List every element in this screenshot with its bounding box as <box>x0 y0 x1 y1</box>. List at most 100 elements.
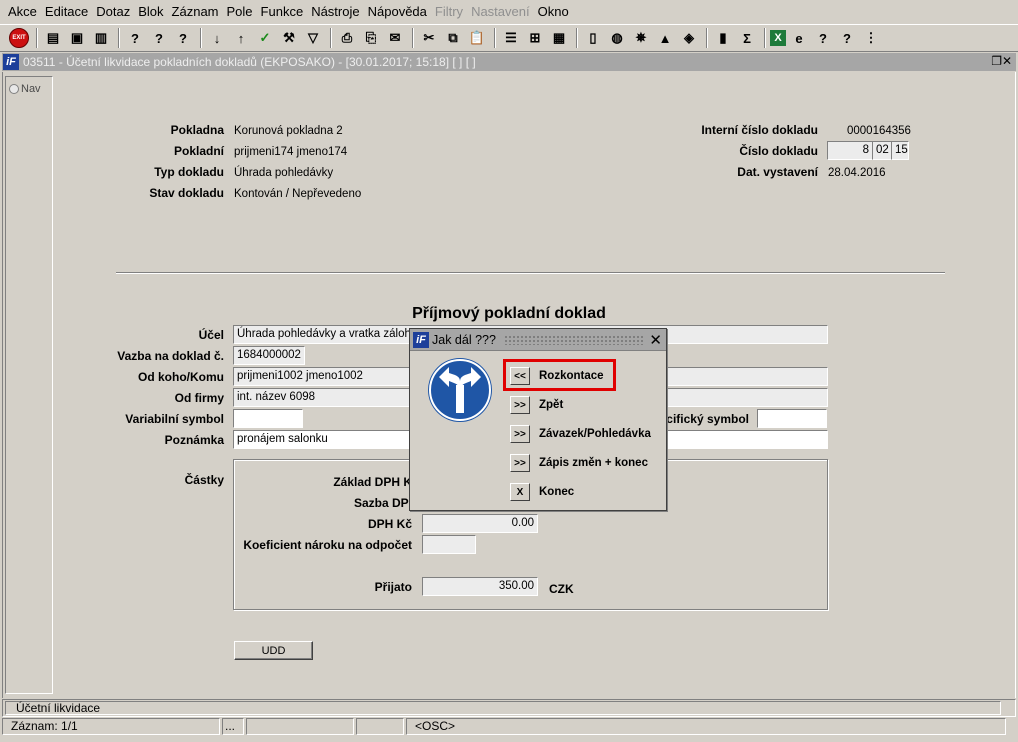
toolbar-separator <box>118 28 120 48</box>
prijato-label: Přijato <box>374 580 412 594</box>
mountain-icon[interactable]: ▲ <box>654 27 676 49</box>
query-icon[interactable]: ? <box>124 27 146 49</box>
toolbar-separator <box>764 28 766 48</box>
query-cancel-icon[interactable]: ? <box>172 27 194 49</box>
menu-nastavení[interactable]: Nastavení <box>467 0 534 24</box>
more-icon[interactable]: ⋮ <box>860 27 882 49</box>
vazba-field[interactable]: 1684000002 <box>233 346 305 365</box>
menu-funkce[interactable]: Funkce <box>257 0 308 24</box>
tree-icon[interactable]: ⊞ <box>524 27 546 49</box>
ie-icon[interactable]: e <box>788 27 810 49</box>
toolbar-separator <box>494 28 496 48</box>
print-icon[interactable]: ⎙ <box>336 27 358 49</box>
status-bar: Záznam: 1/1 ... <OSC> <box>2 718 1016 736</box>
variabilni-symbol-label: Variabilní symbol <box>125 412 224 426</box>
filter-icon[interactable]: ▽ <box>302 27 324 49</box>
status-cell-empty1 <box>246 718 354 735</box>
status-cell-empty2 <box>356 718 404 735</box>
record-delete-icon[interactable]: ▥ <box>90 27 112 49</box>
mobile-icon[interactable]: ▮ <box>712 27 734 49</box>
pokladni-label: Pokladní <box>173 144 224 158</box>
dialog-option-konec[interactable]: X Konec <box>510 483 574 501</box>
cislo-dokladu-part2[interactable]: 02 <box>872 141 892 160</box>
calculator-icon[interactable]: ▦ <box>548 27 570 49</box>
record-save-icon[interactable]: ▣ <box>66 27 88 49</box>
nav-label: Nav <box>21 83 41 95</box>
koeficient-label: Koeficient nároku na odpočet <box>243 538 412 552</box>
sort-asc-icon[interactable]: ↓ <box>206 27 228 49</box>
menu-nástroje[interactable]: Nástroje <box>307 0 363 24</box>
dialog-option-z-vazek-pohled-vka[interactable]: >> Závazek/Pohledávka <box>510 425 651 443</box>
globe-icon[interactable]: ◍ <box>606 27 628 49</box>
status-message: Účetní likvidace <box>5 701 1001 715</box>
check-icon[interactable]: ✓ <box>254 27 276 49</box>
dialog-option-zp-t[interactable]: >> Zpět <box>510 396 563 414</box>
dialog-option-button[interactable]: X <box>510 483 530 501</box>
toolbar-separator <box>36 28 38 48</box>
document-icon[interactable]: ▯ <box>582 27 604 49</box>
toolbar-separator <box>412 28 414 48</box>
wheel-icon[interactable]: ✵ <box>630 27 652 49</box>
cislo-dokladu-part3[interactable]: 15 <box>891 141 909 160</box>
restore-window-icon[interactable]: ❐✕ <box>991 54 1012 68</box>
specificky-symbol-field[interactable] <box>757 409 827 428</box>
copy-icon[interactable]: ⧉ <box>442 27 464 49</box>
excel-icon[interactable]: X <box>770 30 786 46</box>
print-preview-icon[interactable]: ⎘ <box>360 27 382 49</box>
koeficient-field[interactable] <box>422 535 476 554</box>
cut-icon[interactable]: ✂ <box>418 27 440 49</box>
poznamka-label: Poznámka <box>164 433 224 447</box>
dph-kc-field[interactable]: 0.00 <box>422 514 538 533</box>
nav-toggle[interactable]: Nav <box>9 83 52 95</box>
toolbar-separator <box>330 28 332 48</box>
tools-icon[interactable]: ⚒ <box>278 27 300 49</box>
udd-button[interactable]: UDD <box>234 641 313 660</box>
dialog-option-button[interactable]: >> <box>510 454 530 472</box>
cislo-dokladu-label: Číslo dokladu <box>739 144 818 158</box>
close-icon[interactable]: ✕ <box>649 331 662 349</box>
menu-pole[interactable]: Pole <box>223 0 257 24</box>
typ-dokladu-label: Typ dokladu <box>154 165 224 179</box>
sum-icon[interactable]: Σ <box>736 27 758 49</box>
mail-icon[interactable]: ✉ <box>384 27 406 49</box>
dialog-option-label: Zápis změn + konec <box>539 457 648 469</box>
dialog-option-z-pis-zm-n-konec[interactable]: >> Zápis změn + konec <box>510 454 648 472</box>
query-run-icon[interactable]: ? <box>148 27 170 49</box>
paste-icon[interactable]: 📋 <box>466 27 488 49</box>
exit-button[interactable]: EXIT <box>8 27 30 49</box>
cislo-dokladu-part1[interactable]: 8 <box>827 141 873 160</box>
toolbar: EXIT ▤ ▣ ▥??? ↓ ↑ ✓ ⚒ ▽ ⎙ ⎘ ✉ ✂ ⧉ 📋 ☰ ⊞ ▦ ▯ ◍ ✵ ▲ ◈ ▮ Σ Xe?? ⋮ <box>0 24 1018 52</box>
prijato-field[interactable]: 350.00 <box>422 577 538 596</box>
direction-arrows-icon <box>429 359 491 421</box>
status-mode: <OSC> <box>406 718 1006 735</box>
record-add-icon[interactable]: ▤ <box>42 27 64 49</box>
variabilni-symbol-field[interactable] <box>233 409 303 428</box>
pokladna-label: Pokladna <box>170 123 224 137</box>
dialog-option-label: Závazek/Pohledávka <box>539 428 651 440</box>
menu-akce[interactable]: Akce <box>4 0 41 24</box>
dialog-drag-grip[interactable] <box>504 335 644 345</box>
od-firmy-label: Od firmy <box>174 391 224 405</box>
dialog-title: Jak dál ??? <box>432 332 496 347</box>
list-icon[interactable]: ☰ <box>500 27 522 49</box>
typ-dokladu-value: Úhrada pohledávky <box>234 167 334 179</box>
help-icon[interactable]: ? <box>812 27 834 49</box>
menu-bar: Akce Editace Dotaz Blok Záznam Pole Funkce Nást… <box>0 0 1018 24</box>
chart-icon[interactable]: ◈ <box>678 27 700 49</box>
menu-filtry[interactable]: Filtry <box>431 0 467 24</box>
menu-editace[interactable]: Editace <box>41 0 92 24</box>
menu-okno[interactable]: Okno <box>534 0 573 24</box>
interni-cislo-label: Interní číslo dokladu <box>701 123 818 137</box>
jak-dal-dialog: iF Jak dál ??? ✕ << Rozkontace >> Zpět >> Záv… <box>409 328 667 511</box>
menu-záznam[interactable]: Záznam <box>168 0 223 24</box>
context-help-icon[interactable]: ? <box>836 27 858 49</box>
menu-nápověda[interactable]: Nápověda <box>364 0 431 24</box>
dialog-option-button[interactable]: >> <box>510 425 530 443</box>
dialog-option-button[interactable]: >> <box>510 396 530 414</box>
sort-desc-icon[interactable]: ↑ <box>230 27 252 49</box>
dialog-title-bar[interactable]: iF Jak dál ??? ✕ <box>410 329 666 351</box>
radio-icon <box>9 84 19 94</box>
menu-dotaz[interactable]: Dotaz <box>92 0 134 24</box>
stav-dokladu-value: Kontován / Nepřevedeno <box>234 188 362 200</box>
menu-blok[interactable]: Blok <box>134 0 167 24</box>
